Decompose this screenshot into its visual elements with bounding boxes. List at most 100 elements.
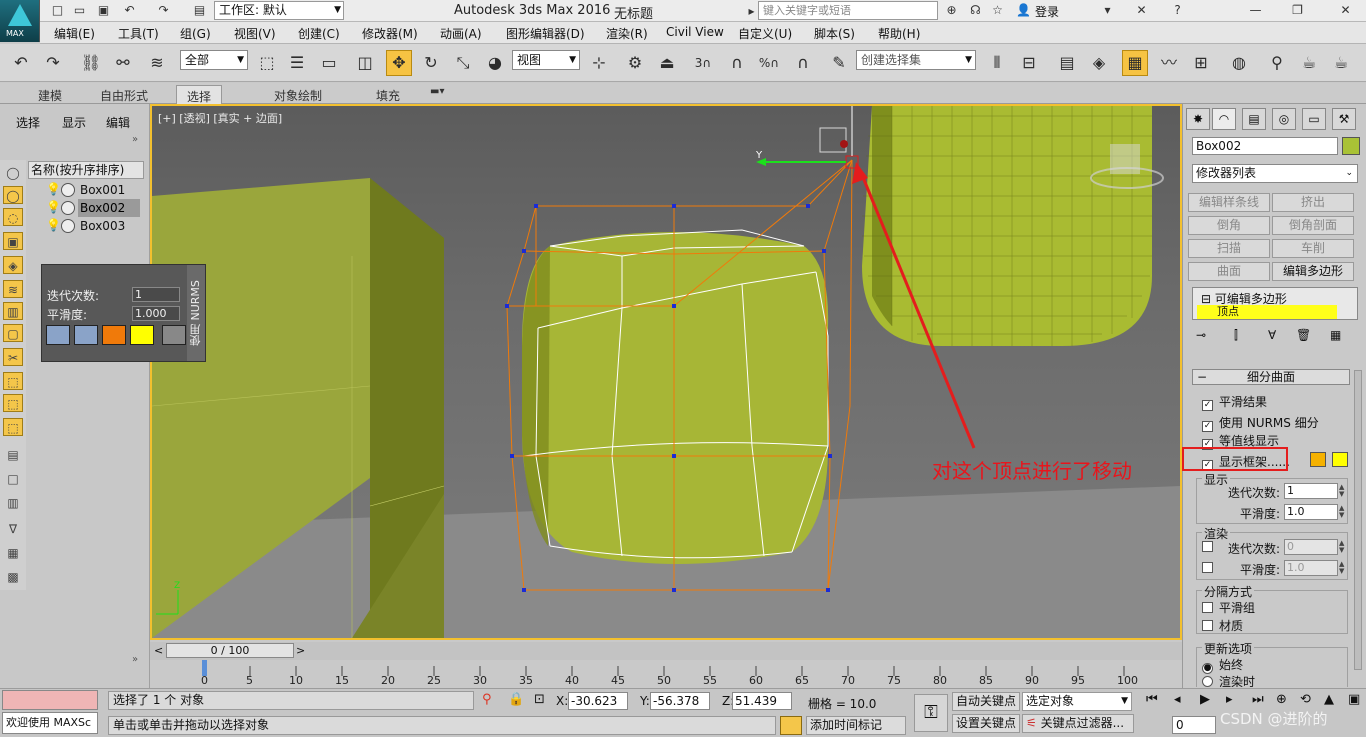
- cage-color-swatch-2[interactable]: [1332, 452, 1348, 467]
- display-tab-icon[interactable]: ▭: [1302, 108, 1326, 130]
- orbit-icon[interactable]: ⟲: [1300, 692, 1311, 707]
- display-iterations-spinner[interactable]: 1 ▲ ▼: [1284, 483, 1344, 499]
- pin-stack-icon[interactable]: ⊸: [1196, 328, 1206, 342]
- select-all-icon[interactable]: ▤: [3, 446, 23, 464]
- nurms-ok-icon[interactable]: [46, 325, 70, 345]
- set-key-icon[interactable]: ⚿: [914, 694, 948, 732]
- nurms-cage-color-1[interactable]: [102, 325, 126, 345]
- menu-group[interactable]: 组(G): [180, 25, 211, 42]
- render-production-icon[interactable]: ☕: [1328, 50, 1354, 76]
- materials-checkbox[interactable]: 材质: [1202, 617, 1243, 634]
- login-link[interactable]: 登录: [1035, 3, 1059, 20]
- snaps-toggle-icon[interactable]: 3∩: [690, 50, 716, 76]
- select-none-icon[interactable]: □: [3, 470, 23, 488]
- tab-freeform[interactable]: 自由形式: [100, 87, 148, 104]
- reference-coordinate-dropdown[interactable]: 视图 ▼: [512, 50, 580, 70]
- ribbon-options-icon[interactable]: ▬▾: [430, 86, 444, 97]
- previous-frame-icon[interactable]: ◂: [1174, 692, 1181, 707]
- render-smoothness-checkbox[interactable]: [1202, 561, 1219, 575]
- favorites-star-icon[interactable]: ☆: [990, 3, 1005, 18]
- nurms-settings-icon[interactable]: [162, 325, 186, 345]
- tab-object-paint[interactable]: 对象绘制: [274, 87, 322, 104]
- set-key-button[interactable]: 设置关键点: [952, 714, 1021, 733]
- binoculars-icon[interactable]: ⊕: [944, 3, 959, 18]
- z-coord-input[interactable]: 51.439: [732, 692, 792, 710]
- save-icon[interactable]: ▣: [96, 3, 111, 18]
- settings-icon[interactable]: ▩: [3, 568, 23, 586]
- nurms-apply-icon[interactable]: [74, 325, 98, 345]
- key-filters-button[interactable]: ⚟ 关键点过滤器...: [1022, 714, 1134, 733]
- subdivision-surface-rollout[interactable]: − 细分曲面: [1192, 369, 1350, 385]
- show-end-result-icon[interactable]: ⫿: [1234, 328, 1238, 343]
- box003-mesh[interactable]: [862, 106, 1152, 346]
- link-icon[interactable]: ⛓: [78, 50, 104, 76]
- bind-space-warp-icon[interactable]: ≋: [144, 50, 170, 76]
- stack-subobject-vertex[interactable]: 顶点: [1197, 305, 1337, 319]
- viewcube-icon[interactable]: [1110, 144, 1140, 174]
- layer-icon[interactable]: ▦: [3, 544, 23, 562]
- scene-explorer-icon[interactable]: ▤: [1054, 50, 1080, 76]
- groups-filter-icon[interactable]: ▢: [3, 324, 23, 342]
- render-iterations-checkbox[interactable]: [1202, 540, 1219, 554]
- named-selection-sets-dropdown[interactable]: 创建选择集 ▼: [856, 50, 976, 70]
- scene-item-box001[interactable]: 💡 Box001: [30, 181, 144, 199]
- window-crossing-icon[interactable]: ◫: [352, 50, 378, 76]
- gizmo-plane-handle[interactable]: [819, 127, 847, 153]
- spinner-snap-icon[interactable]: ∩: [790, 50, 816, 76]
- tab-populate[interactable]: 填充: [376, 87, 400, 104]
- y-coord-input[interactable]: -56.378: [650, 692, 710, 710]
- object-name-input[interactable]: Box002: [1192, 137, 1338, 155]
- align-icon[interactable]: ⊟: [1016, 50, 1042, 76]
- rectangular-selection-icon[interactable]: ▭: [316, 50, 342, 76]
- lights-filter-icon[interactable]: ◈: [3, 256, 23, 274]
- app-logo-button[interactable]: MAX: [0, 0, 40, 42]
- scene-tab-edit[interactable]: 编辑: [106, 114, 130, 131]
- space-warps-filter-icon[interactable]: ▥: [3, 302, 23, 320]
- when-rendering-radio[interactable]: 渲染时: [1202, 673, 1255, 687]
- time-slider-next-icon[interactable]: >: [296, 644, 305, 657]
- light-bulb-icon[interactable]: 💡: [46, 200, 61, 214]
- menu-tools[interactable]: 工具(T): [118, 25, 159, 42]
- freeze-toggle-icon[interactable]: [61, 219, 75, 233]
- new-file-icon[interactable]: □: [50, 3, 65, 18]
- graphite-ribbon-icon[interactable]: ▦: [1122, 50, 1148, 76]
- smoothing-groups-checkbox[interactable]: 平滑组: [1202, 599, 1255, 616]
- user-icon[interactable]: 👤: [1016, 3, 1031, 18]
- frozen-filter-icon[interactable]: ⬚: [3, 418, 23, 436]
- time-slider-thumb[interactable]: 0 / 100: [166, 643, 294, 658]
- bone-filter-icon[interactable]: ✂: [3, 348, 23, 366]
- angle-snap-icon[interactable]: ∩: [724, 50, 750, 76]
- edit-named-selection-icon[interactable]: ✎: [826, 50, 852, 76]
- command-panel-scrollbar[interactable]: [1354, 370, 1362, 670]
- schematic-view-icon[interactable]: ⊞: [1188, 50, 1214, 76]
- hierarchy-tab-icon[interactable]: ▤: [1242, 108, 1266, 130]
- dropdown-arrow-icon[interactable]: ▾: [1100, 3, 1115, 18]
- create-tab-icon[interactable]: ✸: [1186, 108, 1210, 130]
- lathe-button[interactable]: 车削: [1272, 239, 1354, 258]
- render-setup-icon[interactable]: ⚲: [1264, 50, 1290, 76]
- cameras-filter-icon[interactable]: ▣: [3, 232, 23, 250]
- motion-tab-icon[interactable]: ◎: [1272, 108, 1296, 130]
- nurms-iterations-input[interactable]: 1: [132, 287, 180, 302]
- sweep-button[interactable]: 扫描: [1188, 239, 1270, 258]
- layer-explorer-icon[interactable]: ◈: [1086, 50, 1112, 76]
- menu-customize[interactable]: 自定义(U): [738, 25, 792, 42]
- go-to-end-icon[interactable]: ⏭: [1252, 692, 1264, 707]
- undo-icon[interactable]: ↶: [122, 3, 137, 18]
- select-and-scale-icon[interactable]: ⤡: [450, 50, 476, 76]
- spinner-arrows-icon[interactable]: ▲ ▼: [1339, 540, 1349, 554]
- maxscript-mini-listener[interactable]: 欢迎使用 MAXSc: [2, 712, 98, 734]
- freeze-toggle-icon[interactable]: [61, 183, 75, 197]
- nurms-cage-color-2[interactable]: [130, 325, 154, 345]
- edit-spline-button[interactable]: 编辑样条线: [1188, 193, 1270, 212]
- menu-scripting[interactable]: 脚本(S): [814, 25, 855, 42]
- menu-civil-view[interactable]: Civil View: [666, 25, 724, 39]
- undo-icon[interactable]: ↶: [8, 50, 34, 76]
- helpers-filter-icon[interactable]: ≋: [3, 280, 23, 298]
- mirror-icon[interactable]: ⫴: [984, 50, 1010, 76]
- selection-filter-dropdown[interactable]: 全部 ▼: [180, 50, 248, 70]
- shapes-filter-icon[interactable]: ◌: [3, 208, 23, 226]
- configure-sets-icon[interactable]: ▦: [1330, 328, 1341, 342]
- maxscript-listener-output[interactable]: [2, 690, 98, 710]
- search-input[interactable]: 键入关键字或短语: [758, 1, 938, 20]
